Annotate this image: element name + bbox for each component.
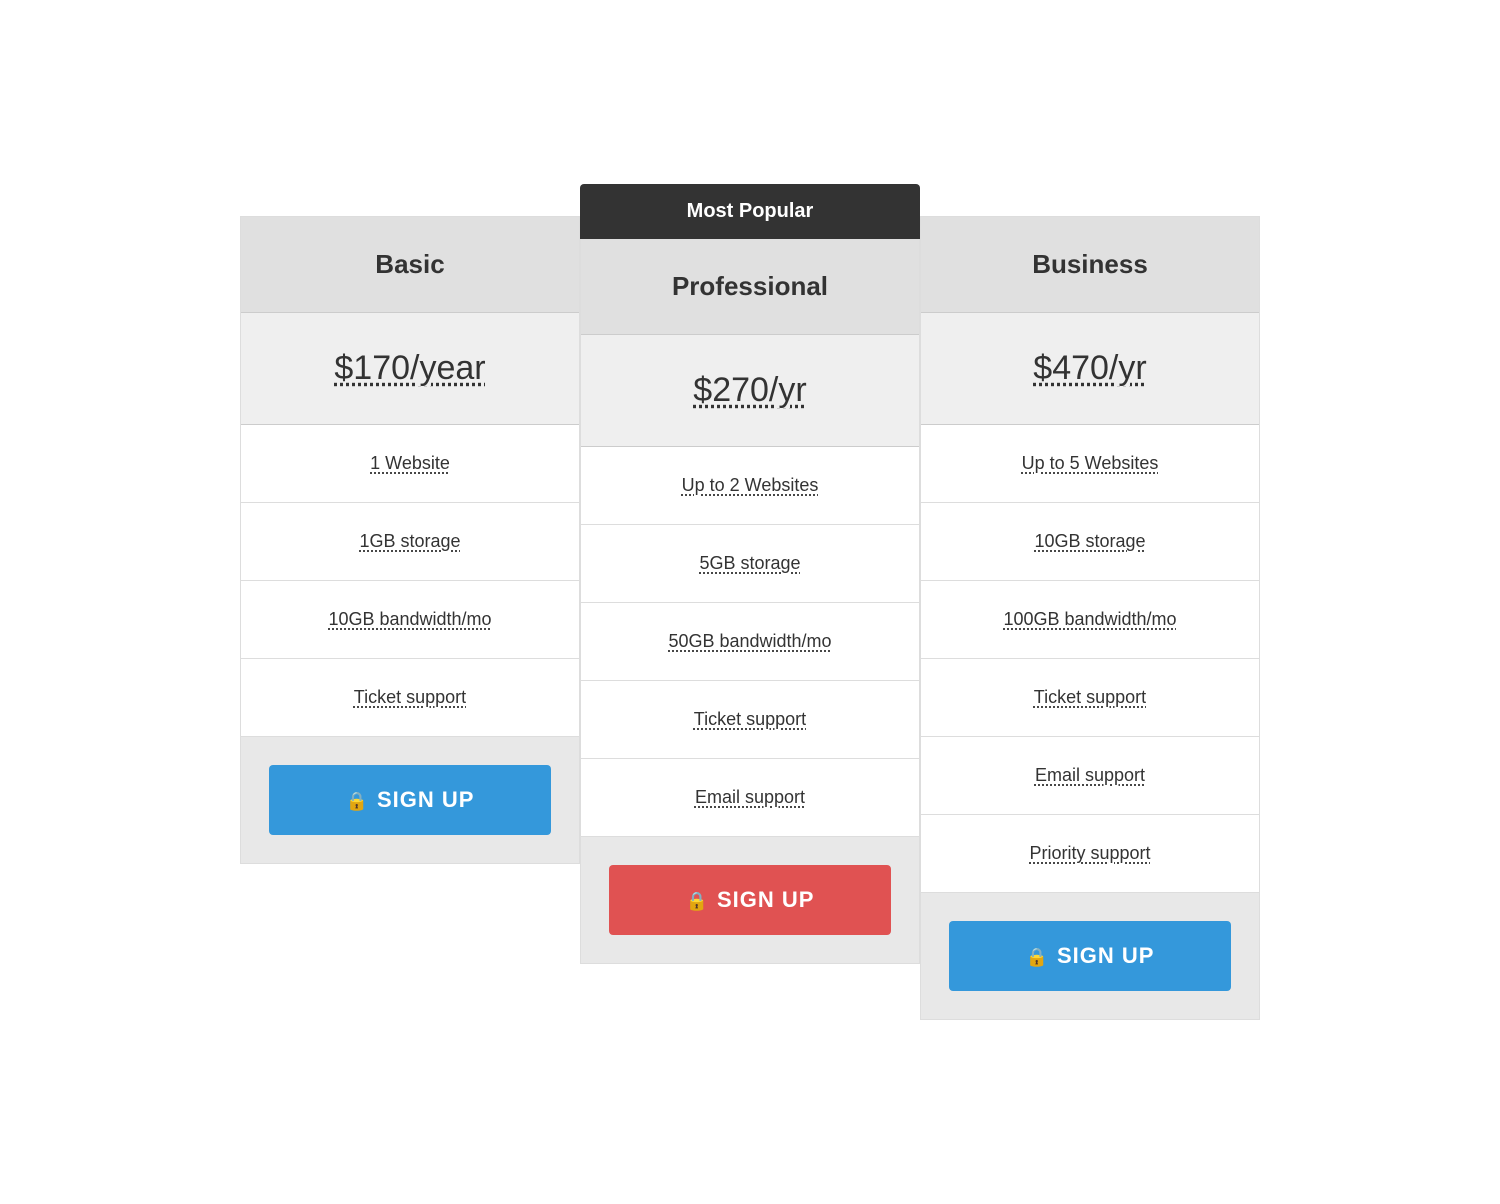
plan-feature-professional-4: Email support [581, 759, 919, 837]
plan-price-professional: $270/yr [601, 371, 899, 410]
plan-feature-business-1: 10GB storage [921, 503, 1259, 581]
plan-feature-basic-3: Ticket support [241, 659, 579, 737]
lock-icon: 🔒 [686, 891, 709, 912]
plan-feature-basic-2: 10GB bandwidth/mo [241, 581, 579, 659]
plan-feature-professional-0: Up to 2 Websites [581, 447, 919, 525]
plan-feature-business-3: Ticket support [921, 659, 1259, 737]
plan-cta-basic: 🔒 SIGN UP [241, 737, 579, 863]
lock-icon: 🔒 [346, 791, 369, 812]
signup-button-label-basic: SIGN UP [377, 787, 474, 812]
plan-wrapper-business: Business $470/yr Up to 5 Websites10GB stor… [920, 184, 1260, 1020]
plan-cta-business: 🔒 SIGN UP [921, 893, 1259, 1019]
plan-price-section-professional: $270/yr [581, 335, 919, 447]
lock-icon: 🔒 [1026, 947, 1049, 968]
plan-header-professional: Professional [581, 239, 919, 335]
plan-cta-professional: 🔒 SIGN UP [581, 837, 919, 963]
plan-price-section-business: $470/yr [921, 313, 1259, 425]
plan-feature-business-0: Up to 5 Websites [921, 425, 1259, 503]
plan-feature-professional-2: 50GB bandwidth/mo [581, 603, 919, 681]
plan-feature-business-4: Email support [921, 737, 1259, 815]
plan-feature-basic-1: 1GB storage [241, 503, 579, 581]
plan-wrapper-professional: Most Popular Professional $270/yr Up to 2 W… [580, 184, 920, 964]
signup-button-label-professional: SIGN UP [717, 887, 814, 912]
signup-button-label-business: SIGN UP [1057, 943, 1154, 968]
plan-price-basic: $170/year [261, 349, 559, 388]
most-popular-badge: Most Popular [580, 184, 920, 239]
plan-feature-professional-1: 5GB storage [581, 525, 919, 603]
plan-name-professional: Professional [601, 271, 899, 302]
plan-feature-professional-3: Ticket support [581, 681, 919, 759]
plan-header-business: Business [921, 217, 1259, 313]
pricing-container: Basic $170/year 1 Website1GB storage10GB b… [240, 144, 1260, 1060]
signup-button-basic[interactable]: 🔒 SIGN UP [269, 765, 551, 835]
plan-feature-business-5: Priority support [921, 815, 1259, 893]
plan-feature-business-2: 100GB bandwidth/mo [921, 581, 1259, 659]
signup-button-business[interactable]: 🔒 SIGN UP [949, 921, 1231, 991]
plan-card-basic: Basic $170/year 1 Website1GB storage10GB b… [240, 216, 580, 864]
plan-price-business: $470/yr [941, 349, 1239, 388]
plan-header-basic: Basic [241, 217, 579, 313]
plan-price-section-basic: $170/year [241, 313, 579, 425]
plan-feature-basic-0: 1 Website [241, 425, 579, 503]
plan-wrapper-basic: Basic $170/year 1 Website1GB storage10GB b… [240, 184, 580, 864]
signup-button-professional[interactable]: 🔒 SIGN UP [609, 865, 891, 935]
plan-card-business: Business $470/yr Up to 5 Websites10GB stor… [920, 216, 1260, 1020]
plan-card-professional: Professional $270/yr Up to 2 Websites5GB s… [580, 239, 920, 964]
plan-name-business: Business [941, 249, 1239, 280]
plan-name-basic: Basic [261, 249, 559, 280]
